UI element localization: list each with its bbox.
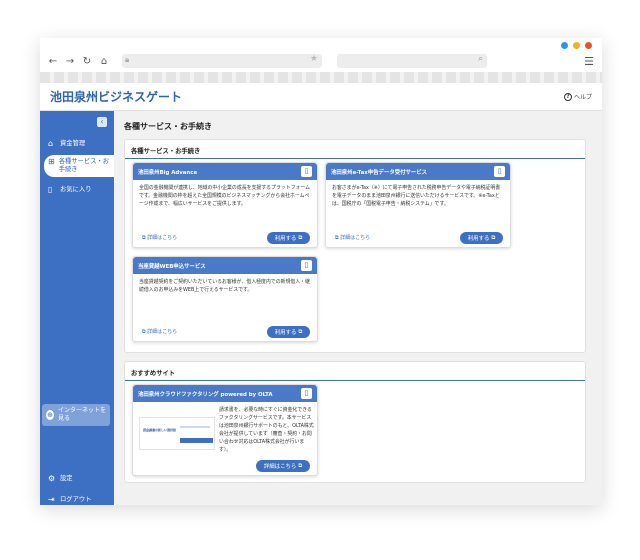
use-button[interactable]: 利用する ⧉ [267,326,310,338]
grid-icon: ⊞ [48,157,55,166]
gear-icon: ⚙ [48,474,56,483]
card-title: 池田泉州Big Advance [138,169,198,176]
thumbnail-text: 資金調達の新しい選択肢 [143,428,177,432]
main-content: 各種サービス・お手続き 各種サービス・お手続き 池田泉州Big Advance … [114,111,602,505]
card-title: 当座貸越WEB申込サービス [138,263,206,270]
lock-icon: 🔒︎ [125,55,130,64]
detail-button-label: 詳細はこちら [263,464,297,470]
back-arrow-icon[interactable]: ← [48,56,58,67]
thumbnail-line [180,426,210,428]
forward-arrow-icon[interactable]: → [65,56,75,67]
service-card: 当座貸越WEB申込サービス ▯ 当座貸越契約をご契約いただいているお客様が、借入… [132,256,318,342]
sidebar-item-label: 各種サービス・お手続き [58,158,110,173]
browser-window: ← → ↻ ⌂ 🔒︎ ★ ⌕ ☰ 池田泉州ビジネスゲート ? ヘルプ ‹ ⌂ 資… [40,38,602,505]
section-title: 各種サービス・お手続き [125,140,585,159]
globe-icon: ⊕ [46,410,54,420]
sidebar-item-label: お気に入り [60,186,92,193]
bookmark-icon[interactable]: ▯ [301,166,312,177]
detail-link-label: 詳細はこちら [340,235,371,241]
sidebar-item-favorites[interactable]: ▯ お気に入り [40,186,114,194]
use-button-label: 利用する [467,236,490,242]
page-title: 各種サービス・お手続き [124,122,212,131]
services-section: 各種サービス・お手続き 池田泉州Big Advance ▯ 全国の金融機関が連携… [124,139,586,353]
sidebar-item-label: 設定 [60,475,73,482]
window-titlebar [40,38,602,50]
detail-link[interactable]: ⧉ 詳細はこちら [142,328,177,335]
card-description: 全国の金融機関が連携し、地域の中小企業の成長を支援するプラットフォームです。金融… [139,185,311,207]
recommended-section: おすすめサイト 池田泉州クラウドファクタリング powered by OLTA … [124,361,586,483]
collapse-sidebar-icon[interactable]: ‹ [97,117,107,127]
browser-search-bar[interactable]: ⌕ [337,54,487,68]
sidebar-item-label: ログアウト [60,496,92,503]
detail-button[interactable]: 詳細はこちら ⧉ [256,460,310,472]
app-title: 池田泉州ビジネスゲート [50,90,183,104]
detail-link-label: 詳細はこちら [147,329,178,335]
external-link-icon: ⧉ [298,234,303,241]
help-icon: ? [563,92,572,101]
window-dot-yellow[interactable] [573,42,580,49]
reload-icon[interactable]: ↻ [82,56,92,67]
external-link-icon: ⧉ [298,462,303,469]
service-thumbnail: 資金調達の新しい選択肢 [139,417,215,450]
sidebar-item-settings[interactable]: ⚙ 設定 [40,475,114,483]
app-header: 池田泉州ビジネスゲート ? ヘルプ [40,83,602,111]
home-icon[interactable]: ⌂ [99,56,109,67]
use-button-label: 利用する [274,236,297,242]
recommended-card: 池田泉州クラウドファクタリング powered by OLTA ▯ 資金調達の新… [132,384,318,476]
search-icon: ⌕ [477,54,483,64]
browser-toolbar: ← → ↻ ⌂ 🔒︎ ★ ⌕ ☰ [40,50,602,72]
card-description: 請求書を、必要な時にすぐに資金化できるファクタリングサービスです。本サービスは池… [219,407,314,453]
tab-strip [40,72,602,83]
internet-button[interactable]: ⊕ インターネットを見る [42,404,110,426]
address-bar[interactable]: 🔒︎ ★ [122,54,322,68]
use-button[interactable]: 利用する ⧉ [460,232,503,244]
bookmark-icon[interactable]: ▯ [301,388,312,399]
sidebar-item-label: 資金管理 [60,140,86,147]
help-link[interactable]: ? ヘルプ [563,92,592,101]
logout-icon: ⇥ [48,495,55,504]
sidebar-item-logout[interactable]: ⇥ ログアウト [40,496,114,504]
section-title: おすすめサイト [125,362,585,381]
sidebar-item-fund-management[interactable]: ⌂ 資金管理 [40,140,114,148]
home-icon: ⌂ [48,139,54,148]
external-link-icon: ⧉ [491,234,496,241]
bookmark-icon[interactable]: ▯ [301,260,312,271]
hamburger-menu-icon[interactable]: ☰ [584,55,594,68]
thumbnail-bar [180,438,213,443]
detail-link-label: 詳細はこちら [147,235,178,241]
window-dot-red[interactable] [585,42,592,49]
service-card: 池田泉州Big Advance ▯ 全国の金融機関が連携し、地域の中小企業の成長… [132,162,318,248]
window-dot-blue[interactable] [561,42,568,49]
detail-link[interactable]: ⧉ 詳細はこちら [142,234,177,241]
use-button[interactable]: 利用する ⧉ [267,232,310,244]
star-icon[interactable]: ★ [310,54,318,64]
card-title: 池田泉州クラウドファクタリング powered by OLTA [138,391,273,398]
detail-link[interactable]: ⧉ 詳細はこちら [335,234,370,241]
internet-button-label: インターネットを見る [58,407,107,422]
external-link-icon: ⧉ [298,328,303,335]
service-card: 池田泉州e-Tax申告データ受付サービス ▯ お客さまがe-Tax（※）にて電子… [325,162,511,248]
card-title: 池田泉州e-Tax申告データ受付サービス [331,169,428,176]
use-button-label: 利用する [274,330,297,336]
card-description: お客さまがe-Tax（※）にて電子申告された税務申告データや電子納税証明書を電子… [332,185,501,207]
sidebar-item-services[interactable]: ⊞ 各種サービス・お手続き [44,155,114,177]
bookmark-icon: ▯ [48,185,53,194]
card-description: 当座貸越契約をご契約いただいているお客様が、借入極度内での新規借入・継続借入のお… [139,279,310,293]
bookmark-icon[interactable]: ▯ [494,166,505,177]
sidebar: ‹ ⌂ 資金管理 ⊞ 各種サービス・お手続き ▯ お気に入り ⊕ インターネット… [40,111,114,505]
help-label: ヘルプ [573,94,592,101]
